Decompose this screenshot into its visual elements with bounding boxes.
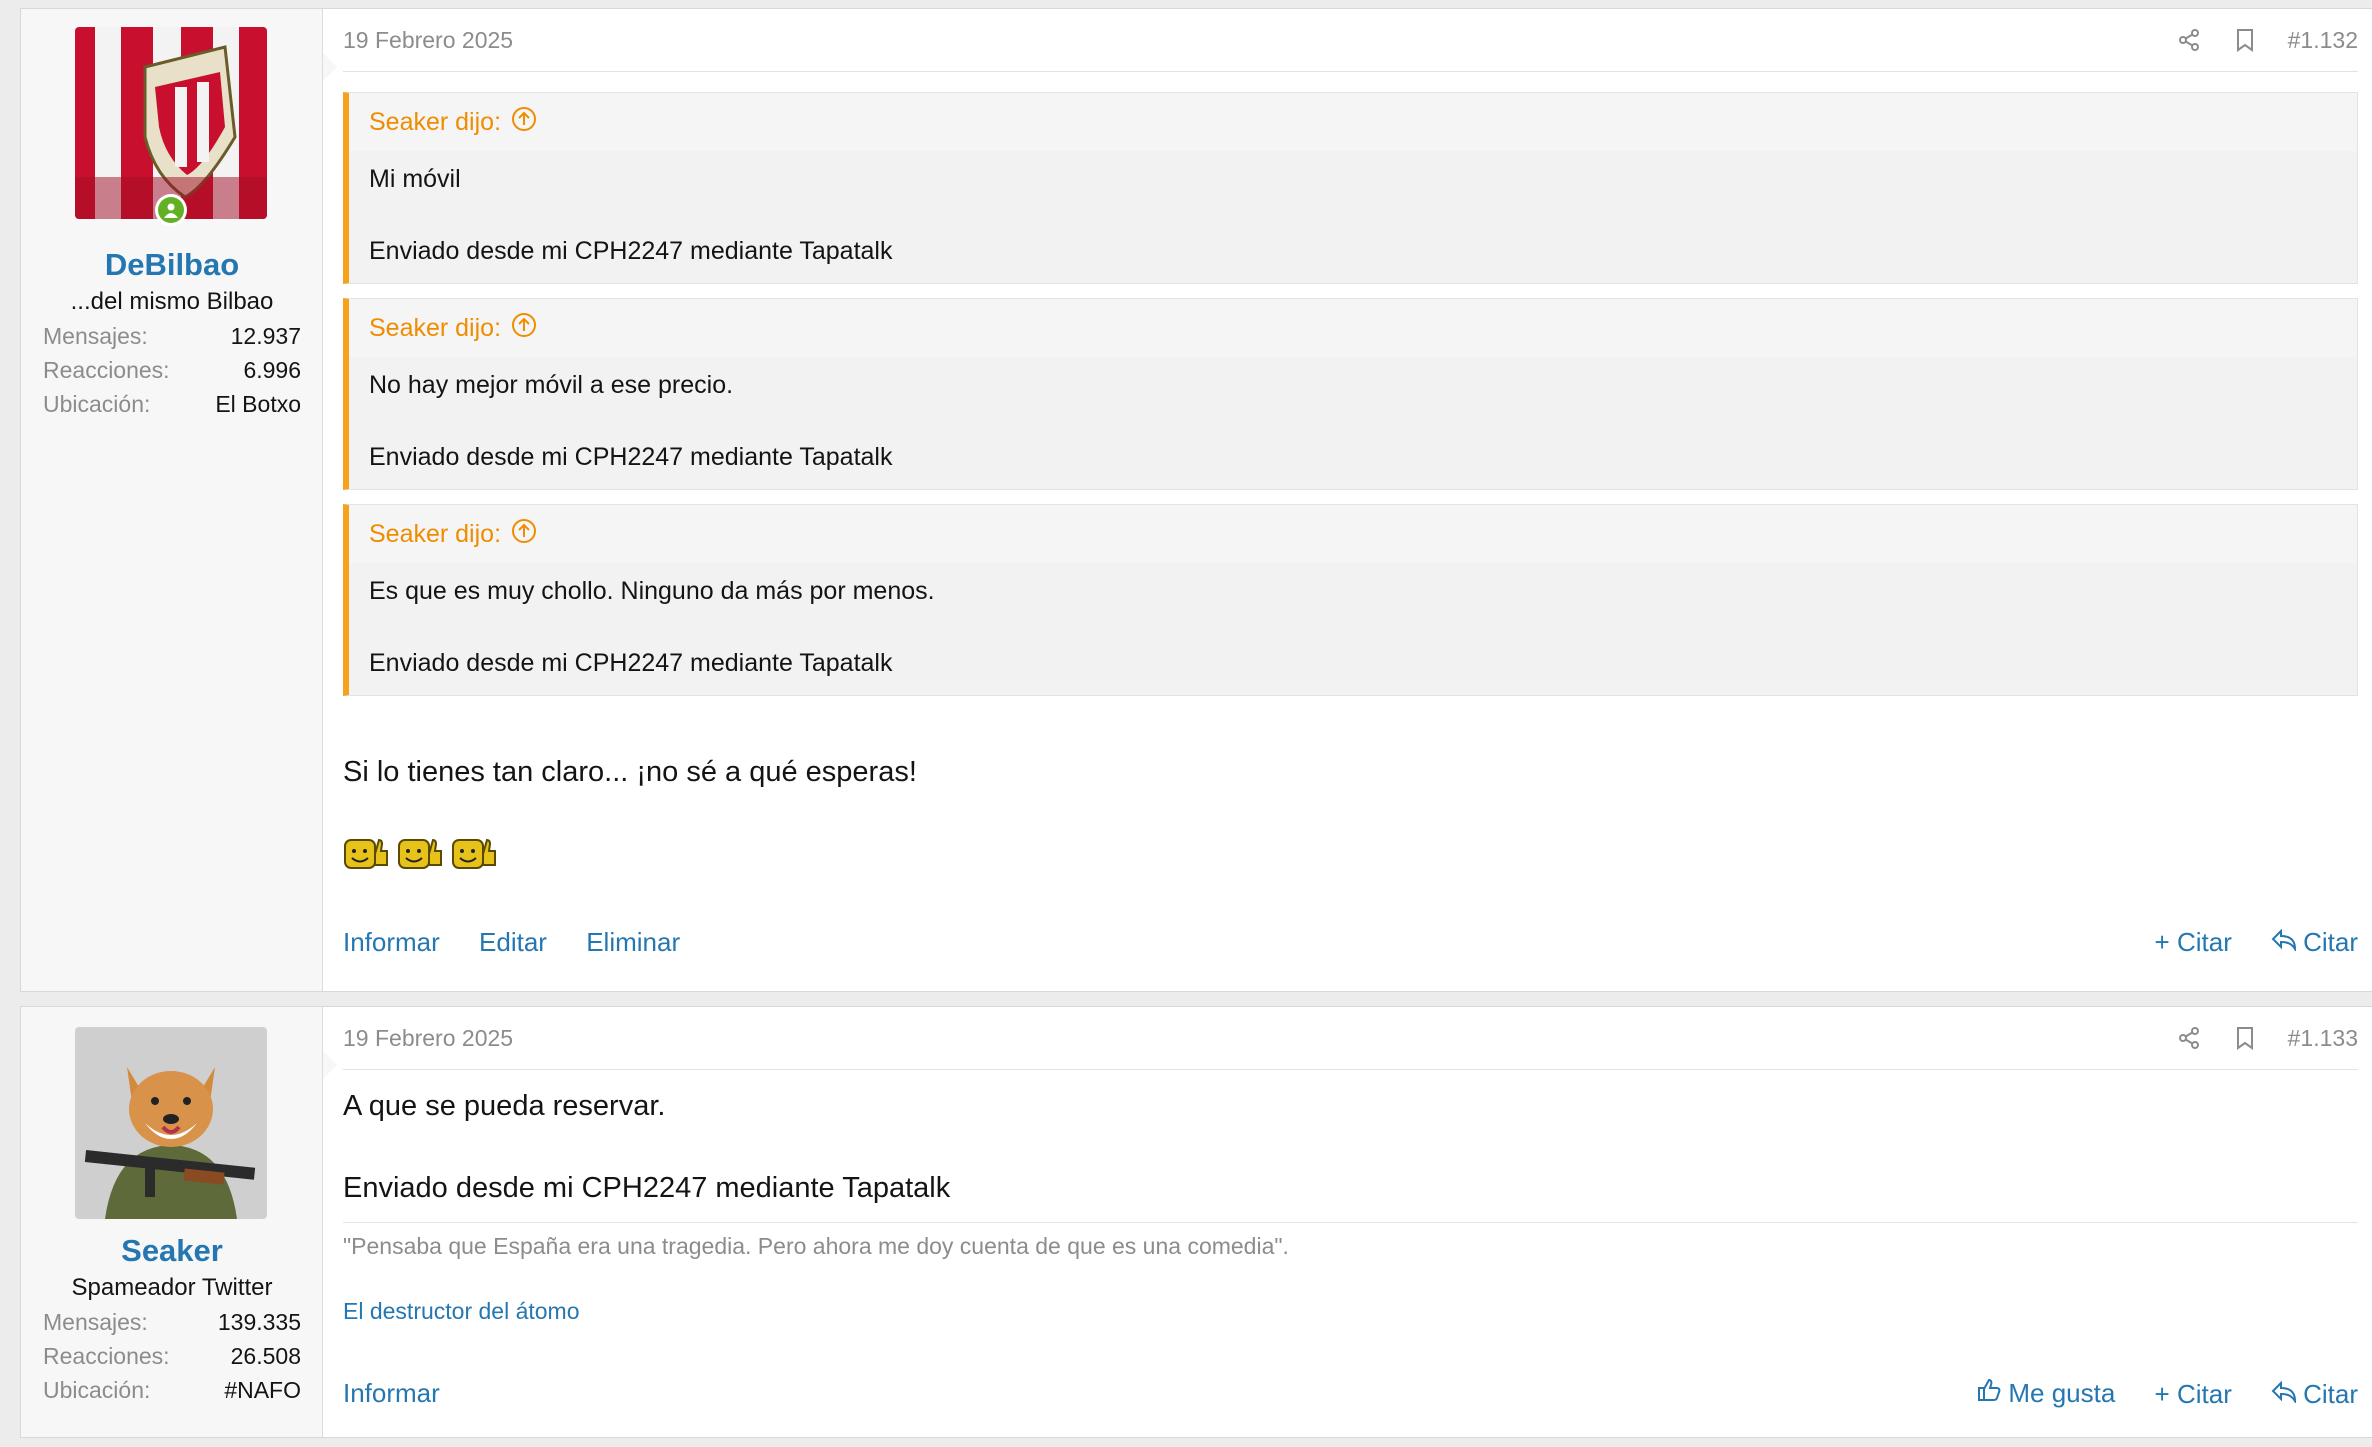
signature: "Pensaba que España era una tragedia. Pe… bbox=[343, 1222, 2358, 1260]
post-actions: Informar Editar Eliminar + Citar Citar bbox=[343, 927, 2358, 958]
report-link[interactable]: Informar bbox=[343, 927, 440, 957]
user-stats: Mensajes: 139.335 Reacciones: 26.508 Ubica… bbox=[43, 1305, 301, 1407]
post-number[interactable]: #1.133 bbox=[2288, 1025, 2358, 1052]
thumbs-up-smiley-icon bbox=[343, 832, 389, 872]
thumbs-up-smiley-icon bbox=[397, 832, 443, 872]
share-icon[interactable] bbox=[2176, 1025, 2202, 1051]
stat-location: Ubicación: #NAFO bbox=[43, 1377, 301, 1403]
stat-messages: Mensajes: 12.937 bbox=[43, 323, 301, 349]
user-panel: DeBilbao ...del mismo Bilbao Mensajes: 12… bbox=[21, 9, 337, 991]
share-icon[interactable] bbox=[2176, 27, 2202, 53]
post-main: 19 Febrero 2025 #1.133 A que se pueda re… bbox=[323, 1007, 2372, 1437]
quote-author[interactable]: Seaker dijo: bbox=[369, 108, 501, 137]
quote-block: Seaker dijo: Es que es muy chollo. Ningu… bbox=[343, 504, 2358, 696]
quote-block: Seaker dijo: No hay mejor móvil a ese pr… bbox=[343, 298, 2358, 490]
quote-text: Es que es muy chollo. Ninguno da más por… bbox=[369, 577, 935, 605]
stat-reactions: Reacciones: 6.996 bbox=[43, 357, 301, 383]
post-header: 19 Febrero 2025 #1.133 bbox=[343, 1007, 2358, 1070]
user-title: ...del mismo Bilbao bbox=[70, 288, 274, 315]
user-stats: Mensajes: 12.937 Reacciones: 6.996 Ubicaci… bbox=[43, 319, 301, 421]
user-panel: Seaker Spameador Twitter Mensajes: 139.33… bbox=[21, 1007, 337, 1437]
jump-to-quote-icon[interactable] bbox=[511, 518, 537, 551]
multiquote-button[interactable]: + Citar bbox=[2155, 927, 2232, 958]
stat-reactions: Reacciones: 26.508 bbox=[43, 1343, 301, 1369]
quote-author[interactable]: Seaker dijo: bbox=[369, 314, 501, 343]
thumbs-up-icon bbox=[1976, 1377, 2002, 1410]
reply-icon bbox=[2271, 1379, 2297, 1410]
signature-link[interactable]: El destructor del átomo bbox=[343, 1298, 2358, 1325]
post-1133: Seaker Spameador Twitter Mensajes: 139.33… bbox=[20, 1006, 2372, 1438]
post-actions: Informar Me gusta + Citar Citar bbox=[343, 1377, 2358, 1410]
report-link[interactable]: Informar bbox=[343, 1378, 440, 1408]
avatar[interactable] bbox=[75, 1027, 267, 1219]
quote-text: Enviado desde mi CPH2247 mediante Tapata… bbox=[369, 649, 893, 677]
message-text: A que se pueda reservar. bbox=[343, 1090, 666, 1122]
post-1132: DeBilbao ...del mismo Bilbao Mensajes: 12… bbox=[20, 8, 2372, 992]
smiley-row bbox=[343, 832, 2358, 872]
reply-quote-button[interactable]: Citar bbox=[2271, 1379, 2358, 1410]
message-text: Si lo tienes tan claro... ¡no sé a qué e… bbox=[343, 756, 917, 788]
username[interactable]: Seaker bbox=[21, 1233, 323, 1269]
message-text: Enviado desde mi CPH2247 mediante Tapata… bbox=[343, 1172, 951, 1204]
edit-link[interactable]: Editar bbox=[479, 927, 547, 957]
like-button[interactable]: Me gusta bbox=[1976, 1377, 2115, 1410]
quote-text: Enviado desde mi CPH2247 mediante Tapata… bbox=[369, 237, 893, 265]
avatar[interactable] bbox=[75, 27, 267, 219]
jump-to-quote-icon[interactable] bbox=[511, 312, 537, 345]
quote-text: No hay mejor móvil a ese precio. bbox=[369, 371, 734, 399]
user-title: Spameador Twitter bbox=[71, 1274, 273, 1301]
bookmark-icon[interactable] bbox=[2232, 27, 2258, 53]
quote-author[interactable]: Seaker dijo: bbox=[369, 520, 501, 549]
bookmark-icon[interactable] bbox=[2232, 1025, 2258, 1051]
reply-quote-button[interactable]: Citar bbox=[2271, 927, 2358, 958]
thumbs-up-smiley-icon bbox=[451, 832, 497, 872]
online-status-icon bbox=[155, 194, 187, 226]
quote-text: Enviado desde mi CPH2247 mediante Tapata… bbox=[369, 443, 893, 471]
delete-link[interactable]: Eliminar bbox=[586, 927, 680, 957]
stat-messages: Mensajes: 139.335 bbox=[43, 1309, 301, 1335]
post-header: 19 Febrero 2025 #1.132 bbox=[343, 9, 2358, 72]
stat-location: Ubicación: El Botxo bbox=[43, 391, 301, 417]
post-date[interactable]: 19 Febrero 2025 bbox=[343, 1025, 513, 1052]
post-main: 19 Febrero 2025 #1.132 Seaker dijo: Mi m… bbox=[323, 9, 2372, 991]
username[interactable]: DeBilbao bbox=[21, 247, 323, 283]
reply-icon bbox=[2271, 927, 2297, 958]
quote-text: Mi móvil bbox=[369, 165, 461, 193]
multiquote-button[interactable]: + Citar bbox=[2155, 1379, 2232, 1410]
quote-block: Seaker dijo: Mi móvil Enviado desde mi C… bbox=[343, 92, 2358, 284]
jump-to-quote-icon[interactable] bbox=[511, 106, 537, 139]
post-number[interactable]: #1.132 bbox=[2288, 27, 2358, 54]
post-date[interactable]: 19 Febrero 2025 bbox=[343, 27, 513, 54]
